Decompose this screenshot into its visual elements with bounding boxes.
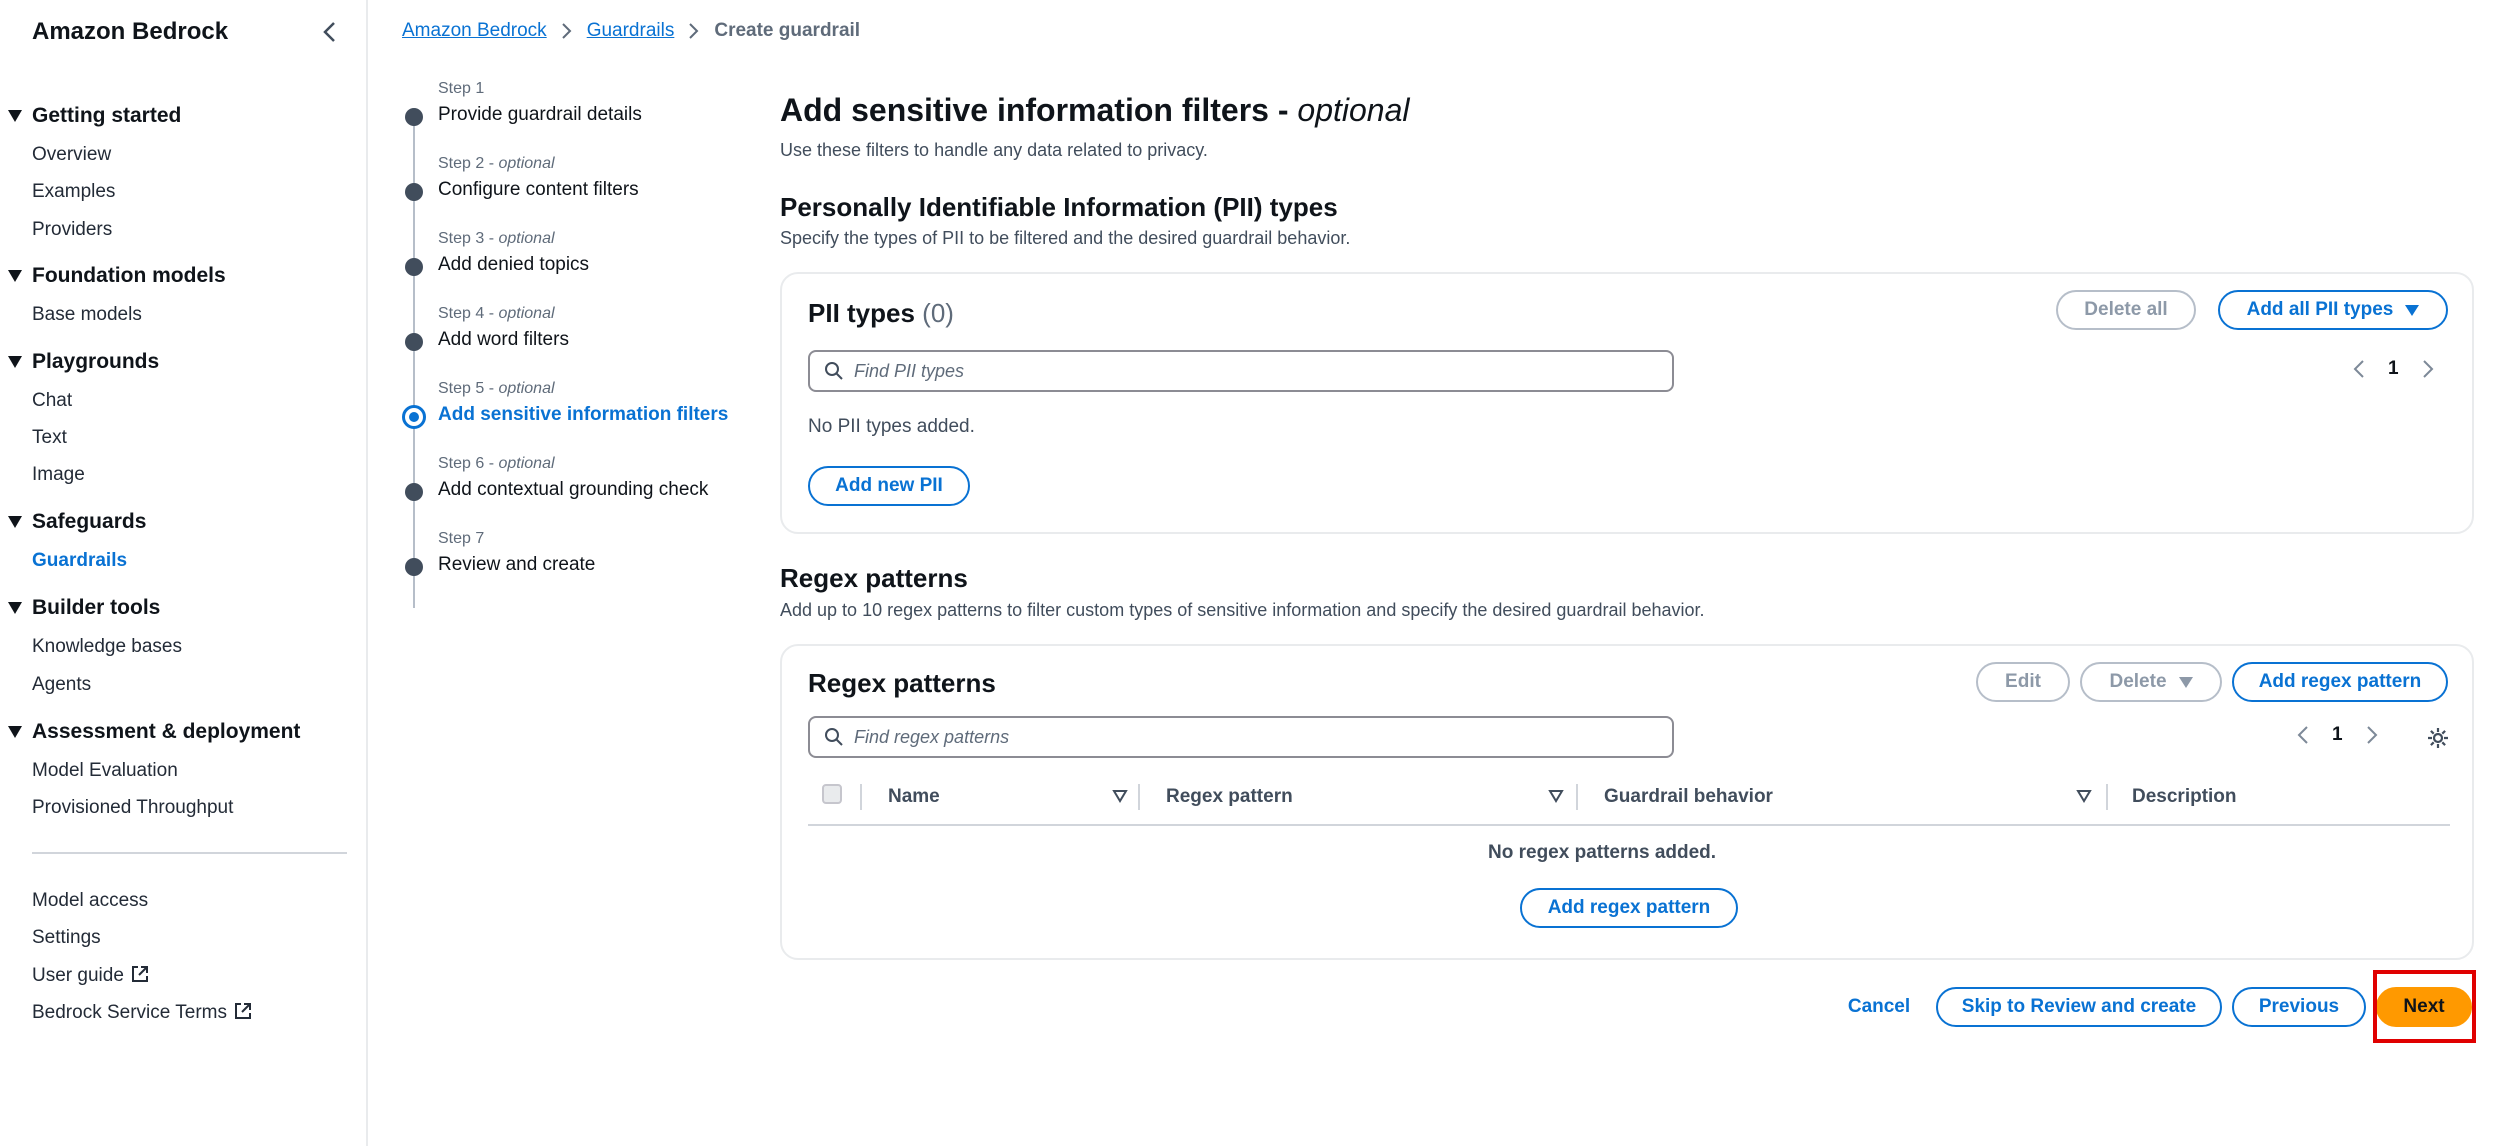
caret-down-icon (8, 356, 22, 368)
step-indicator (405, 558, 423, 576)
edit-button[interactable]: Edit (1976, 662, 2070, 702)
sidebar-item-chat[interactable]: Chat (32, 390, 72, 412)
regex-patterns-panel: Regex patterns Edit Delete Add regex pat… (780, 644, 2474, 960)
breadcrumb: Amazon Bedrock Guardrails Create guardra… (402, 20, 860, 42)
delete-button[interactable]: Delete (2080, 662, 2222, 702)
chevron-right-icon (561, 22, 573, 40)
pii-types-panel: PII types (0) Delete all Add all PII typ… (780, 272, 2474, 534)
step-indicator (405, 258, 423, 276)
add-new-pii-button[interactable]: Add new PII (808, 466, 970, 506)
sidebar-item-base-models[interactable]: Base models (32, 304, 142, 326)
breadcrumb-guardrails[interactable]: Guardrails (587, 20, 675, 42)
caret-down-icon (8, 602, 22, 614)
sort-icon[interactable] (1548, 788, 1564, 804)
pii-search-input[interactable]: Find PII types (808, 350, 1674, 392)
column-guardrail-behavior[interactable]: Guardrail behavior (1604, 786, 1773, 808)
caret-down-icon (8, 110, 22, 122)
pii-pagination: 1 (2352, 358, 2435, 380)
sidebar-item-model-evaluation[interactable]: Model Evaluation (32, 760, 178, 782)
sidebar-item-service-terms[interactable]: Bedrock Service Terms (32, 1001, 253, 1024)
sidebar-item-settings[interactable]: Settings (32, 927, 101, 949)
sidebar-title[interactable]: Amazon Bedrock (32, 18, 228, 46)
sidebar-item-image[interactable]: Image (32, 464, 85, 486)
sidebar-item-user-guide[interactable]: User guide (32, 964, 150, 987)
regex-table-header: Name Regex pattern Guardrail behavior De… (808, 776, 2450, 826)
section-playgrounds[interactable]: Playgrounds (8, 350, 159, 374)
sidebar-item-model-access[interactable]: Model access (32, 890, 148, 912)
page-title: Add sensitive information filters - opti… (780, 92, 1410, 128)
chevron-right-icon[interactable] (2421, 358, 2435, 380)
column-description[interactable]: Description (2132, 786, 2237, 808)
page-description: Use these filters to handle any data rel… (780, 140, 1208, 160)
side-navigation: Amazon Bedrock Getting started Overview … (0, 0, 368, 1146)
pii-heading: Personally Identifiable Information (PII… (780, 192, 1338, 222)
pii-empty-message: No PII types added. (808, 416, 975, 437)
regex-panel-title: Regex patterns (808, 668, 996, 698)
regex-search-input[interactable]: Find regex patterns (808, 716, 1674, 758)
settings-gear-icon[interactable] (2426, 726, 2450, 756)
highlight-box (2373, 970, 2476, 1043)
add-regex-pattern-button[interactable]: Add regex pattern (2232, 662, 2448, 702)
section-builder-tools[interactable]: Builder tools (8, 596, 160, 620)
pii-description: Specify the types of PII to be filtered … (780, 228, 1351, 248)
regex-empty-message: No regex patterns added. (1488, 842, 1717, 863)
add-all-pii-types-button[interactable]: Add all PII types (2218, 290, 2448, 330)
select-all-checkbox[interactable] (822, 784, 842, 804)
section-foundation-models[interactable]: Foundation models (8, 264, 226, 288)
step-indicator (405, 333, 423, 351)
section-safeguards[interactable]: Safeguards (8, 510, 146, 534)
sidebar-item-provisioned-throughput[interactable]: Provisioned Throughput (32, 797, 233, 819)
chevron-left-icon[interactable] (2352, 358, 2366, 380)
sidebar-item-examples[interactable]: Examples (32, 181, 115, 203)
delete-all-button[interactable]: Delete all (2056, 290, 2196, 330)
section-assessment-deployment[interactable]: Assessment & deployment (8, 720, 300, 744)
chevron-right-icon (688, 22, 700, 40)
external-link-icon (235, 1003, 251, 1019)
step-indicator (405, 108, 423, 126)
regex-page-number[interactable]: 1 (2332, 724, 2343, 746)
step-indicator (405, 183, 423, 201)
step-indicator (405, 483, 423, 501)
cancel-button[interactable]: Cancel (1832, 987, 1926, 1027)
external-link-icon (131, 966, 148, 982)
caret-down-icon (2405, 304, 2420, 316)
add-regex-pattern-empty-button[interactable]: Add regex pattern (1520, 888, 1738, 928)
regex-description: Add up to 10 regex patterns to filter cu… (780, 600, 1705, 620)
pii-panel-title: PII types (0) (808, 298, 954, 328)
sidebar-divider (32, 852, 347, 854)
section-getting-started[interactable]: Getting started (8, 104, 181, 128)
caret-down-icon (8, 270, 22, 282)
current-step-indicator (402, 405, 426, 429)
chevron-right-icon[interactable] (2365, 724, 2379, 746)
sidebar-item-overview[interactable]: Overview (32, 144, 111, 166)
sort-icon[interactable] (2076, 788, 2092, 804)
breadcrumb-current: Create guardrail (714, 20, 861, 41)
sidebar-item-agents[interactable]: Agents (32, 674, 91, 696)
caret-down-icon (8, 726, 22, 738)
skip-to-review-button[interactable]: Skip to Review and create (1936, 987, 2222, 1027)
sidebar-item-guardrails[interactable]: Guardrails (32, 550, 127, 572)
column-regex-pattern[interactable]: Regex pattern (1166, 786, 1293, 808)
regex-pagination: 1 (2296, 724, 2379, 746)
regex-heading: Regex patterns (780, 563, 968, 593)
sidebar-item-knowledge-bases[interactable]: Knowledge bases (32, 636, 182, 658)
sort-icon[interactable] (1112, 788, 1128, 804)
sidebar-item-providers[interactable]: Providers (32, 219, 112, 241)
pii-page-number[interactable]: 1 (2388, 358, 2399, 380)
column-name[interactable]: Name (888, 786, 940, 808)
collapse-sidebar-icon[interactable] (318, 18, 342, 46)
sidebar-item-text[interactable]: Text (32, 427, 67, 449)
chevron-left-icon[interactable] (2296, 724, 2310, 746)
breadcrumb-amazon-bedrock[interactable]: Amazon Bedrock (402, 20, 547, 42)
previous-button[interactable]: Previous (2232, 987, 2366, 1027)
caret-down-icon (8, 516, 22, 528)
search-icon (824, 727, 844, 747)
search-icon (824, 361, 844, 381)
caret-down-icon (2178, 676, 2193, 688)
